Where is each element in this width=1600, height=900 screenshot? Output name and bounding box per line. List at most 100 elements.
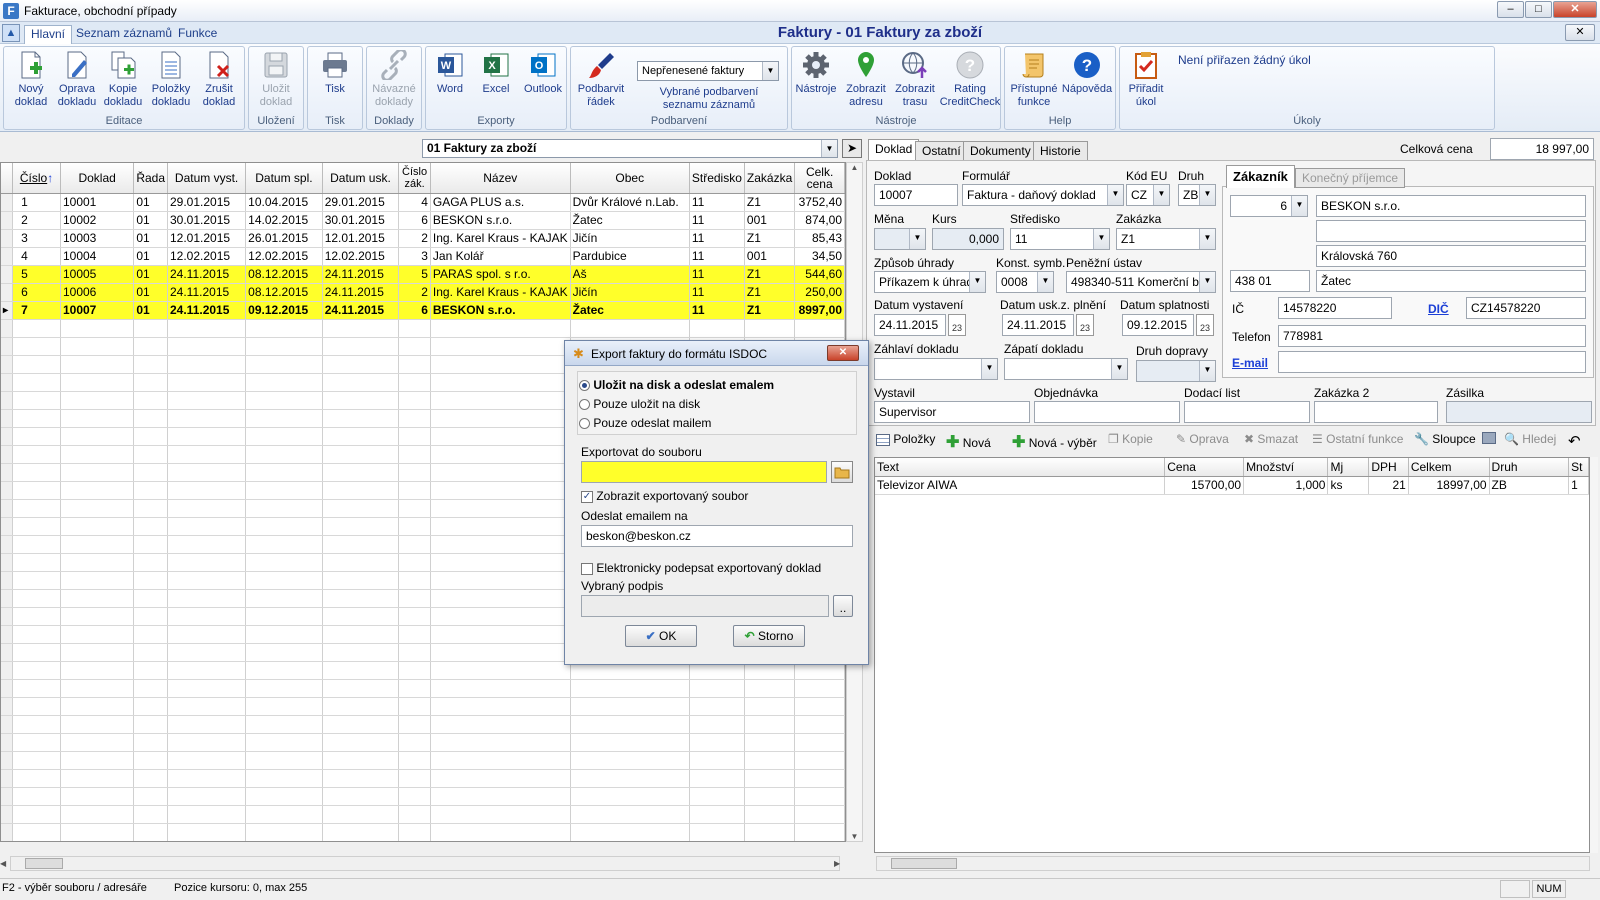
row-indicator[interactable] [1, 391, 14, 410]
row-indicator[interactable] [1, 427, 14, 446]
customer-name-field[interactable]: BESKON s.r.o. [1316, 195, 1586, 217]
table-row[interactable]: 6 10006 01 24.11.2015 08.12.2015 24.11.2015 2 I… [1, 283, 845, 302]
dic-field[interactable]: CZ14578220 [1466, 297, 1586, 319]
items-col-cena[interactable]: Cena [1164, 458, 1245, 477]
table-row[interactable] [1, 319, 845, 338]
table-row[interactable] [1, 787, 845, 806]
row-indicator[interactable] [1, 733, 14, 752]
table-row[interactable] [1, 715, 845, 734]
undo-icon[interactable]: ↶ [1568, 432, 1581, 450]
col-rada[interactable]: Řada [133, 163, 168, 194]
items-grid[interactable]: Text Cena Množství Mj DPH Celkem Druh St… [874, 457, 1590, 853]
doklad-field[interactable]: 10007 [874, 184, 958, 206]
maximize-button[interactable]: □ [1525, 1, 1552, 18]
tab-zakaznik[interactable]: Zákazník [1226, 165, 1295, 188]
row-indicator[interactable] [1, 193, 14, 212]
sign-document-option[interactable]: Elektronicky podepsat exportovaný doklad [581, 561, 821, 575]
row-indicator[interactable] [1, 211, 14, 230]
row-indicator[interactable] [1, 373, 14, 392]
row-indicator[interactable] [1, 823, 14, 841]
row-indicator[interactable] [1, 283, 14, 302]
customer-city-field[interactable]: Žatec [1316, 270, 1586, 292]
col-celk-cena[interactable]: Celk. cena [794, 163, 845, 194]
calendar-icon[interactable]: 23 [1196, 314, 1214, 336]
tab-seznam-zaznamu[interactable]: Seznam záznamů [70, 25, 178, 44]
zobrazit-adresu-button[interactable]: Zobrazit adresu [842, 50, 890, 114]
items-col-st[interactable]: St [1568, 458, 1589, 477]
priradit-ukol-button[interactable]: Přiřadit úkol [1122, 50, 1170, 114]
items-col-celkem[interactable]: Celkem [1408, 458, 1490, 477]
row-indicator[interactable] [1, 463, 14, 482]
row-indicator[interactable] [1, 643, 14, 662]
col-doklad[interactable]: Doklad [60, 163, 135, 194]
tisk-button[interactable]: Tisk [311, 50, 359, 114]
scroll-thumb[interactable] [891, 858, 957, 869]
zapati-select[interactable]: ▼ [1004, 358, 1128, 380]
dodaci-list-field[interactable] [1184, 401, 1310, 423]
table-row[interactable] [1, 823, 845, 841]
checkbox[interactable] [581, 562, 593, 575]
zakazka2-field[interactable] [1314, 401, 1438, 423]
row-indicator[interactable] [1, 571, 14, 590]
email-link[interactable]: E-mail [1232, 356, 1268, 370]
show-exported-file-option[interactable]: ✓ Zobrazit exportovaný soubor [581, 489, 748, 503]
export-outlook-button[interactable]: O Outlook [521, 50, 565, 114]
col-cislo-zak[interactable]: Číslo zák. [398, 163, 431, 194]
mena-select[interactable]: ▼ [874, 228, 926, 250]
row-indicator[interactable] [1, 805, 14, 824]
zrusit-doklad-button[interactable]: Zrušit doklad [196, 50, 242, 114]
penezni-ustav-select[interactable]: 498340-511 Komerční banka ▼ [1066, 271, 1216, 293]
signature-input[interactable] [581, 595, 829, 617]
rating-creditcheck-button[interactable]: ? Rating CreditCheck [939, 50, 1001, 114]
calendar-icon[interactable]: 23 [948, 314, 966, 336]
row-indicator[interactable] [1, 535, 14, 554]
row-indicator[interactable] [1, 481, 14, 500]
table-row[interactable]: ▸ 7 10007 01 24.11.2015 09.12.2015 24.11.2015 6… [1, 301, 845, 320]
row-indicator[interactable] [1, 247, 14, 266]
zahlavi-select[interactable]: ▼ [874, 358, 998, 380]
dialog-close-button[interactable]: ✕ [827, 345, 859, 361]
tab-dokumenty[interactable]: Dokumenty [963, 141, 1038, 162]
radio[interactable] [579, 399, 590, 411]
close-button[interactable]: ✕ [1553, 1, 1597, 18]
items-col-text[interactable]: Text [875, 458, 1166, 477]
row-indicator[interactable] [1, 517, 14, 536]
items-col-mj[interactable]: Mj [1327, 458, 1370, 477]
items-print-icon[interactable] [1482, 432, 1496, 447]
row-indicator[interactable] [1, 265, 14, 284]
items-kopie-button[interactable]: ❐ Kopie [1108, 432, 1153, 446]
druh-select[interactable]: ZB ▼ [1178, 184, 1216, 206]
zobrazit-trasu-button[interactable]: Zobrazit trasu [890, 50, 940, 114]
row-indicator[interactable] [1, 337, 14, 356]
table-row[interactable]: 2 10002 01 30.01.2015 14.02.2015 30.01.2015 6 B… [1, 211, 845, 230]
items-col-dph[interactable]: DPH [1368, 458, 1409, 477]
items-sloupce-button[interactable]: 🔧 Sloupce [1414, 432, 1476, 446]
row-indicator[interactable] [1, 697, 14, 716]
row-indicator[interactable] [1, 229, 14, 248]
tab-ostatni[interactable]: Ostatní [915, 141, 968, 162]
browse-folder-button[interactable] [831, 461, 853, 483]
konst-symb-select[interactable]: 0008 ▼ [996, 271, 1054, 293]
row-indicator[interactable] [1, 625, 14, 644]
datum-vystaveni-field[interactable]: 24.11.2015 [874, 314, 946, 336]
row-indicator[interactable] [1, 409, 14, 428]
customer-number-select[interactable]: 6 ▼ [1230, 195, 1308, 217]
table-row[interactable] [1, 679, 845, 698]
row-indicator[interactable] [1, 661, 14, 680]
row-indicator[interactable] [1, 769, 14, 788]
table-row[interactable] [1, 769, 845, 788]
items-ostatni-funkce-button[interactable]: ☰ Ostatní funkce [1312, 432, 1403, 446]
zpusob-uhrady-select[interactable]: Příkazem k úhradě ▼ [874, 271, 986, 293]
customer-zip-field[interactable]: 438 01 [1230, 270, 1310, 292]
navazne-doklady-button[interactable]: Návazné doklady [370, 50, 418, 114]
scroll-up-icon[interactable]: ▲ [847, 163, 862, 172]
pristupne-funkce-button[interactable]: Přístupné funkce [1008, 50, 1060, 114]
kopie-dokladu-button[interactable]: Kopie dokladu [100, 50, 146, 114]
items-nova-vyber-button[interactable]: ✚ Nová - výběr [1012, 432, 1097, 452]
items-polozky-button[interactable]: Položky [876, 432, 935, 446]
table-row[interactable] [1, 751, 845, 770]
vystavil-field[interactable]: Supervisor [874, 401, 1030, 423]
navigate-arrow-button[interactable]: ➤ [842, 139, 862, 158]
table-row[interactable] [1, 805, 845, 824]
novy-doklad-button[interactable]: Nový doklad [8, 50, 54, 114]
